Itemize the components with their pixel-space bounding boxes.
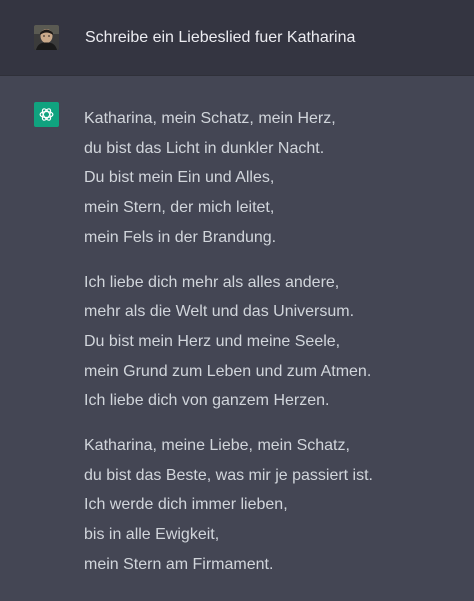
- user-avatar: [34, 25, 59, 50]
- poem-line: Katharina, mein Schatz, mein Herz,: [84, 110, 336, 127]
- assistant-avatar: [34, 102, 59, 127]
- openai-logo-icon: [39, 108, 54, 121]
- assistant-response: Katharina, mein Schatz, mein Herz, du bi…: [84, 104, 469, 580]
- poem-line: Ich werde dich immer lieben,: [84, 496, 288, 514]
- poem-line: Katharina, meine Liebe, mein Schatz,: [84, 437, 350, 455]
- poem-line: Du bist mein Herz und meine Seele,: [84, 332, 341, 350]
- poem-line: Du bist mein Ein und Alles,: [84, 169, 275, 187]
- stanza: Katharina, meine Liebe, mein Schatz, du …: [84, 431, 469, 580]
- poem-line: mehr als die Welt und das Universum.: [84, 303, 355, 321]
- user-photo-icon: [34, 25, 59, 50]
- poem-line: Ich liebe dich von ganzem Herzen.: [84, 392, 330, 410]
- poem-line: du bist das Licht in dunkler Nacht.: [84, 139, 325, 157]
- stanza: Ich liebe dich mehr als alles andere, me…: [84, 268, 469, 417]
- user-prompt-text: Schreibe ein Liebeslied fuer Katharina: [85, 29, 356, 46]
- poem-line: Ich liebe dich mehr als alles andere,: [84, 273, 340, 291]
- assistant-message-row: Katharina, mein Schatz, mein Herz, du bi…: [0, 76, 474, 601]
- stanza: Katharina, mein Schatz, mein Herz, du bi…: [84, 104, 469, 253]
- user-message-row: Schreibe ein Liebeslied fuer Katharina: [0, 0, 474, 76]
- poem-line: mein Fels in der Brandung.: [84, 228, 277, 246]
- poem-line: du bist das Beste, was mir je passiert i…: [84, 466, 373, 484]
- poem-line: mein Grund zum Leben und zum Atmen.: [84, 362, 372, 380]
- poem-line: mein Stern, der mich leitet,: [84, 199, 275, 217]
- poem-line: mein Stern am Firmament.: [84, 555, 274, 573]
- poem-line: bis in alle Ewigkeit,: [84, 526, 220, 544]
